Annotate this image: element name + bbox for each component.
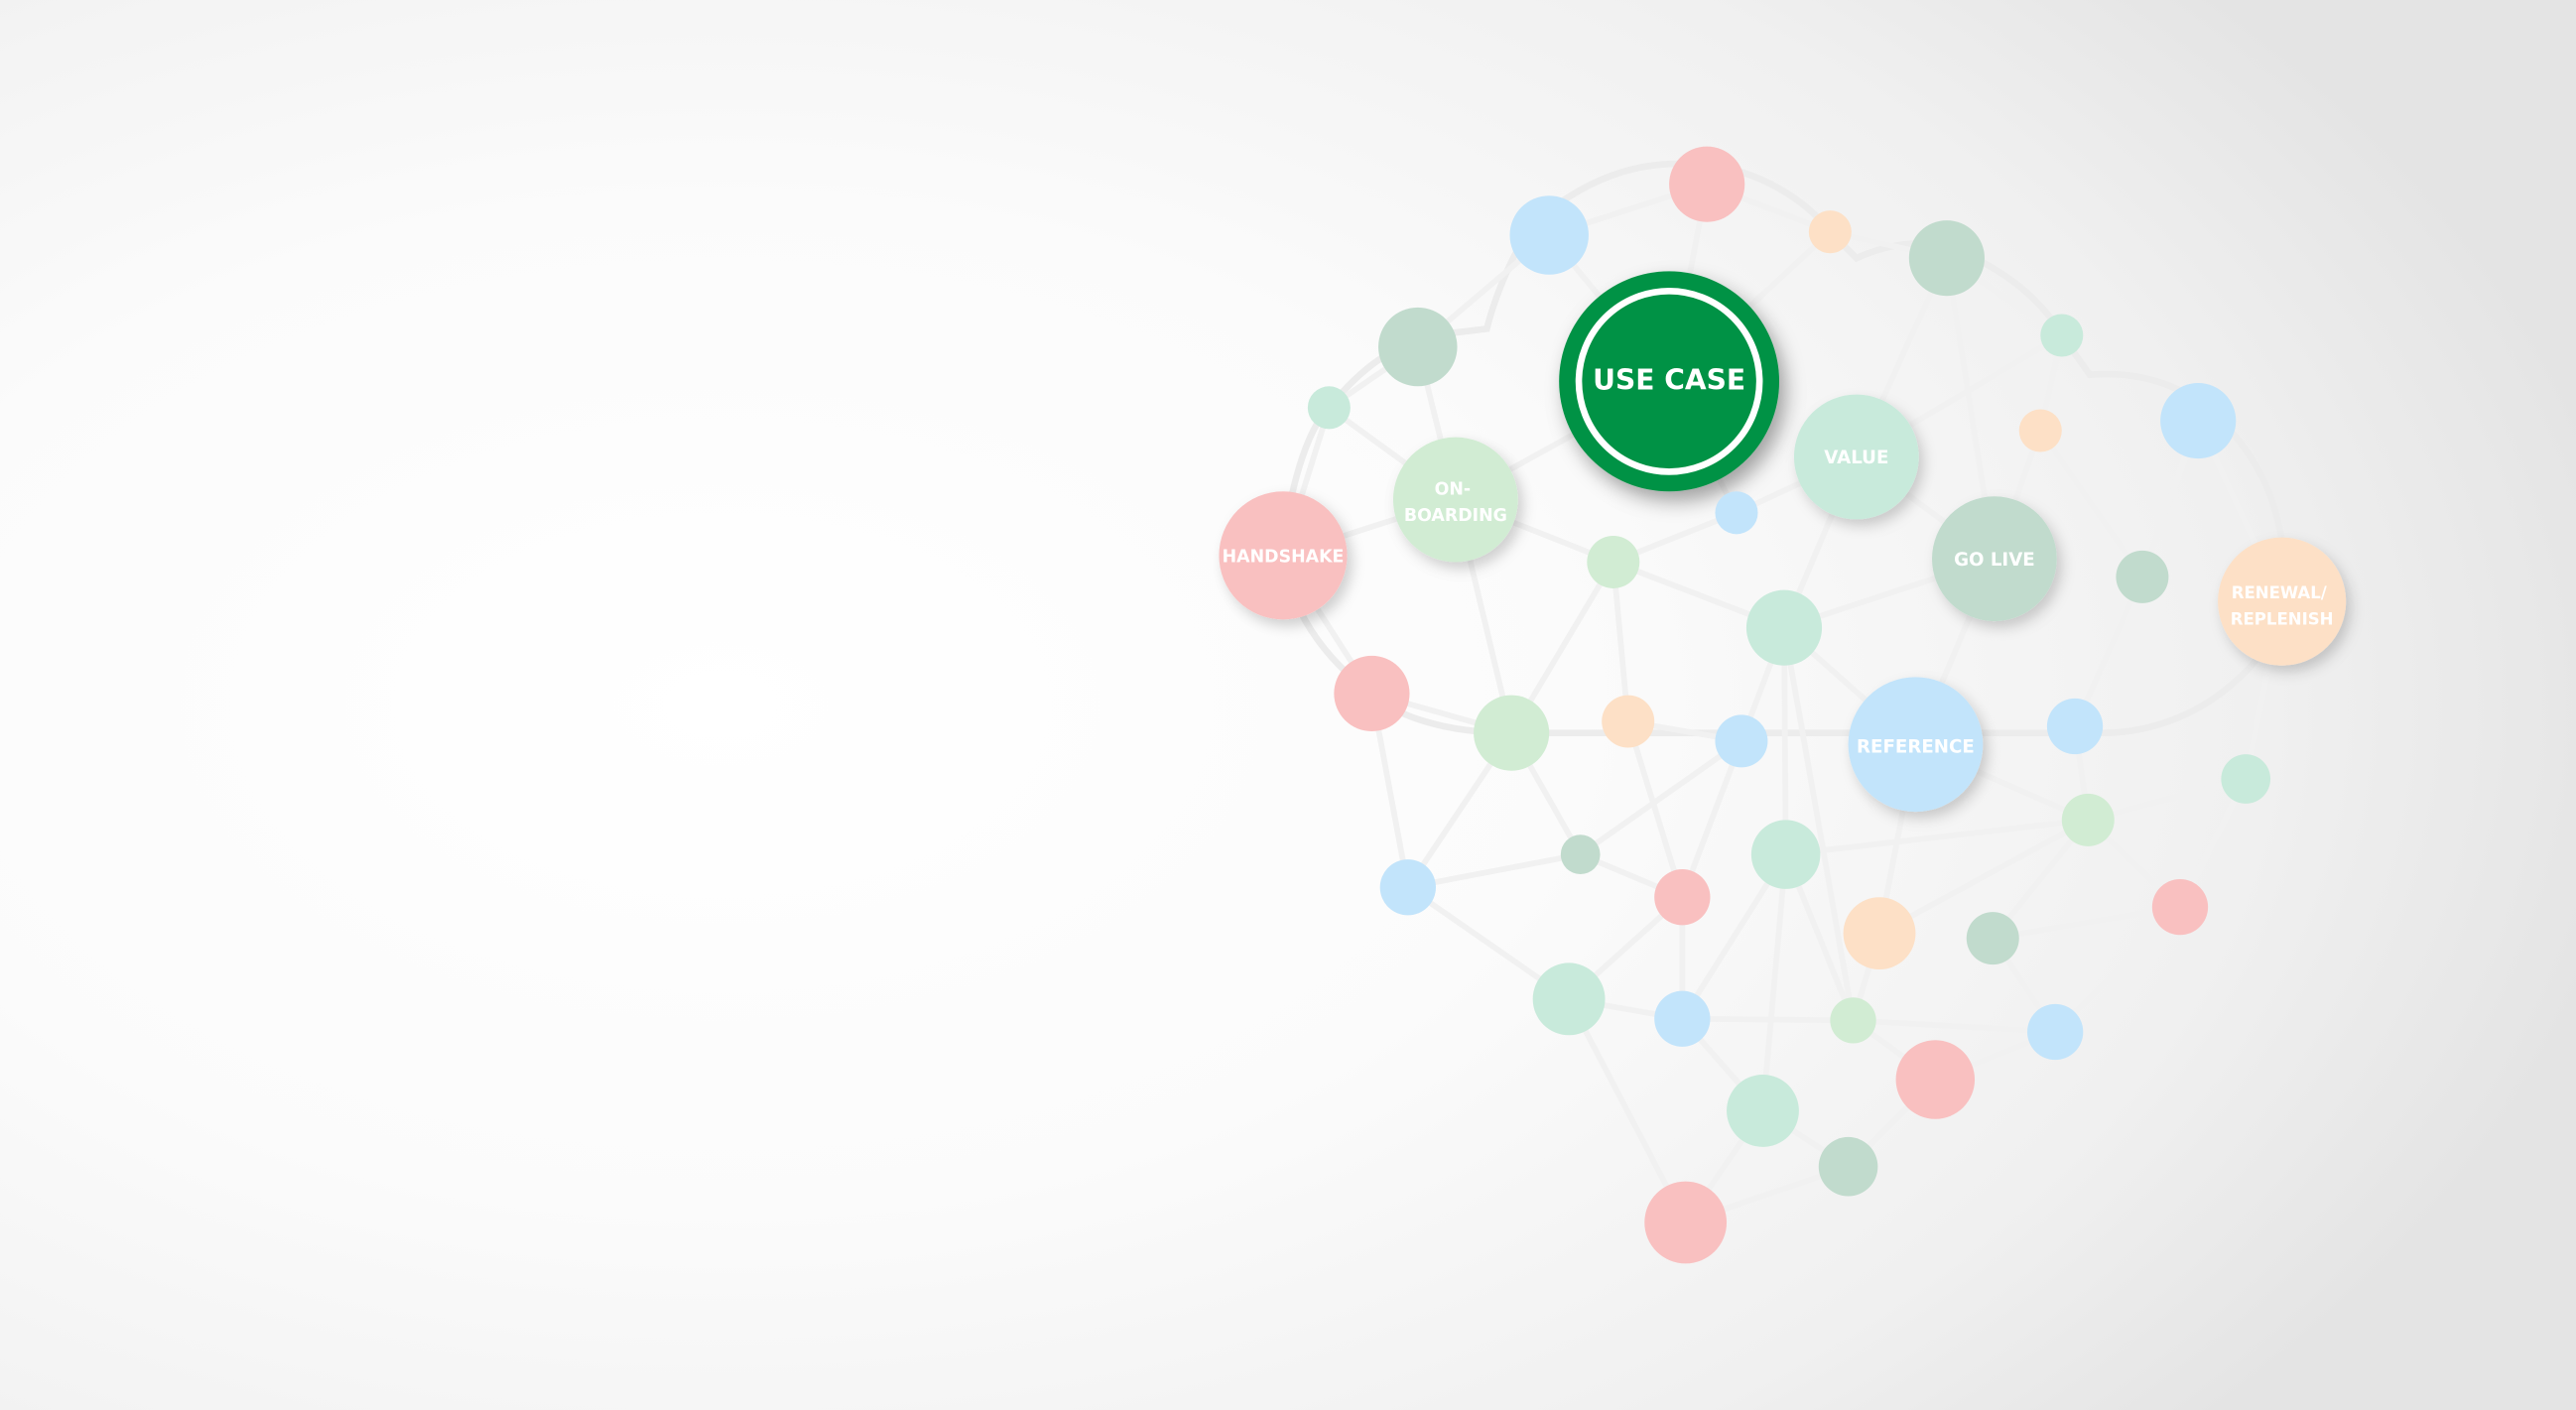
network-node <box>1602 695 1655 748</box>
network-node <box>1715 491 1758 535</box>
use-case-label[interactable]: USE CASE <box>1593 364 1745 397</box>
connection-line <box>1759 853 1789 1111</box>
network-node <box>2151 878 2209 936</box>
network-node <box>2061 793 2115 846</box>
handshake-label[interactable]: HANDSHAKE <box>1223 547 1345 567</box>
network-node <box>2027 1003 2084 1061</box>
network-node <box>1654 869 1711 926</box>
network-node <box>2040 314 2084 357</box>
network-node <box>1379 859 1437 916</box>
renewal-label-line-1: RENEWAL/ <box>2232 583 2328 602</box>
network-node <box>1908 220 1985 297</box>
network-node <box>2160 383 2237 459</box>
value-label[interactable]: VALUE <box>1824 448 1888 468</box>
network-node <box>1474 695 1550 771</box>
network-node <box>1334 655 1410 731</box>
network-node <box>1532 962 1606 1036</box>
network-node <box>2116 550 2169 603</box>
network-node <box>2221 754 2271 804</box>
network-node <box>1587 535 1640 588</box>
network-node <box>1715 714 1768 768</box>
network-node <box>1509 195 1589 275</box>
network-node <box>1818 1136 1878 1197</box>
network-node <box>1378 307 1458 387</box>
customer-journey-network-diagram: USE CASE VALUE ON- BOARDING HANDSHAKE GO… <box>1219 146 2347 1264</box>
network-node <box>1745 589 1823 666</box>
renewal-label-line-2: REPLENISH <box>2231 609 2334 628</box>
network-node <box>1654 990 1711 1047</box>
network-node <box>2018 409 2062 452</box>
network-node <box>1966 912 2019 965</box>
network-node <box>1727 1075 1799 1147</box>
reference-label[interactable]: REFERENCE <box>1857 737 1975 758</box>
network-node <box>1830 997 1876 1044</box>
network-node <box>1669 146 1745 222</box>
onboarding-label-line-1: ON- <box>1435 480 1472 500</box>
network-node <box>1750 820 1821 889</box>
network-node <box>1843 897 1916 970</box>
network-node <box>2046 698 2104 755</box>
onboarding-label-line-2: BOARDING <box>1404 506 1507 526</box>
network-node <box>1560 834 1601 875</box>
connection-line <box>1853 1017 2056 1035</box>
network-node <box>1895 1040 1976 1119</box>
network-node <box>1307 386 1351 430</box>
network-node <box>1644 1181 1728 1264</box>
network-node <box>1808 210 1852 254</box>
go-live-label[interactable]: GO LIVE <box>1954 550 2035 571</box>
connection-line <box>1785 817 2089 858</box>
